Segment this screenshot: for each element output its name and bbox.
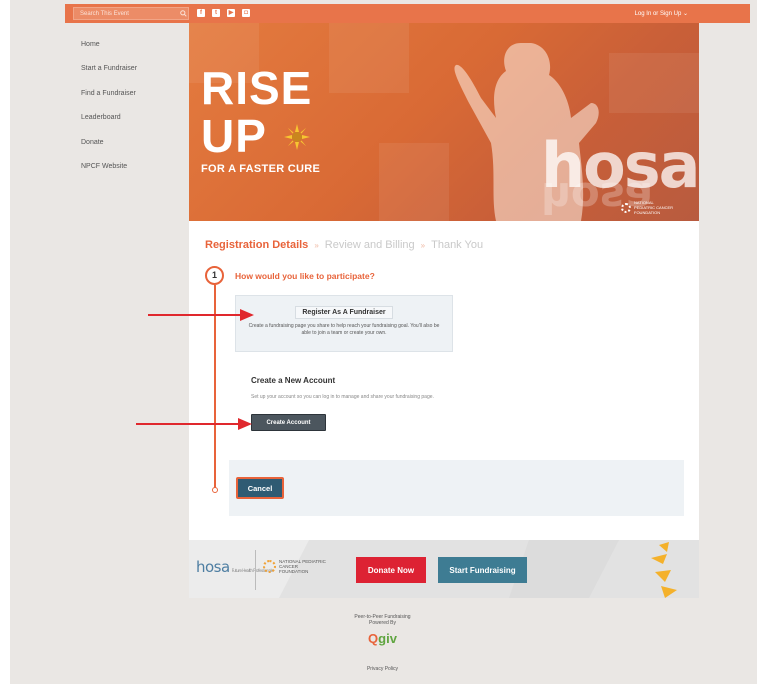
login-link[interactable]: Log In or Sign Up ⌄	[635, 10, 688, 17]
sidebar-item-start-fundraiser[interactable]: Start a Fundraiser	[81, 65, 137, 89]
social-links: f t ▶ ◘	[197, 9, 250, 17]
search-input[interactable]: Search This Event	[80, 11, 178, 17]
hosa-logo: hosa Future Health Professionals	[196, 558, 273, 576]
step-separator: »	[314, 240, 319, 250]
privacy-policy-link[interactable]: Privacy Policy	[0, 666, 765, 672]
sidebar-item-home[interactable]: Home	[81, 41, 137, 65]
npcf-ring-icon	[263, 560, 276, 573]
hero-photo-tile	[609, 53, 699, 113]
hero-tagline: FOR A FASTER CURE	[201, 163, 321, 175]
step-thank-you: Thank You	[431, 239, 484, 251]
step-timeline-end	[212, 487, 218, 493]
step-separator: »	[420, 240, 426, 250]
create-account-description: Set up your account so you can log in to…	[251, 394, 434, 400]
sidebar-item-npcf-website[interactable]: NPCF Website	[81, 163, 137, 187]
sidebar-item-donate[interactable]: Donate	[81, 139, 137, 163]
step-number-badge: 1	[205, 266, 224, 285]
hero-title-rise: RISE	[201, 62, 313, 114]
npcf-logo: NATIONAL PEDIATRIC CANCER FOUNDATION	[263, 559, 327, 574]
npcf-hero-logo: NATIONAL PEDIATRIC CANCER FOUNDATION	[621, 200, 674, 215]
instagram-icon[interactable]: ◘	[242, 9, 250, 17]
hero-photo-tile	[379, 143, 449, 221]
main-content: RISE UP FOR A FASTER CURE hosa hosa NATI…	[189, 23, 699, 540]
top-bar: Search This Event f t ▶ ◘ Log In or Sign…	[65, 4, 750, 23]
sidebar-nav: Home Start a Fundraiser Find a Fundraise…	[81, 41, 137, 187]
annotation-arrow-head	[238, 418, 252, 430]
sunflower-icon	[284, 124, 310, 150]
logo-divider	[255, 550, 256, 590]
progress-steps: Registration Details » Review and Billin…	[205, 239, 483, 251]
register-fundraiser-button[interactable]: Register As A Fundraiser	[295, 306, 393, 319]
sidebar-item-find-fundraiser[interactable]: Find a Fundraiser	[81, 90, 137, 114]
start-fundraising-button[interactable]: Start Fundraising	[438, 557, 527, 583]
annotation-arrow-line	[136, 423, 240, 425]
hero-banner: RISE UP FOR A FASTER CURE hosa hosa NATI…	[189, 23, 699, 221]
donate-now-button[interactable]: Donate Now	[356, 557, 426, 583]
create-account-title: Create a New Account	[251, 376, 336, 385]
twitter-icon[interactable]: t	[212, 9, 220, 17]
cancel-button[interactable]: Cancel	[236, 477, 284, 499]
search-box[interactable]: Search This Event	[73, 7, 189, 20]
qgiv-logo[interactable]: Qgiv	[0, 631, 765, 646]
step-registration-details: Registration Details	[205, 239, 309, 251]
powered-by-text: Peer-to-Peer Fundraising Powered By	[354, 614, 411, 626]
sidebar-item-leaderboard[interactable]: Leaderboard	[81, 114, 137, 138]
step-review-billing: Review and Billing	[324, 239, 415, 251]
partner-band: hosa Future Health Professionals NATIONAL…	[189, 540, 699, 598]
annotation-arrow-head	[240, 309, 254, 321]
facebook-icon[interactable]: f	[197, 9, 205, 17]
youtube-icon[interactable]: ▶	[227, 9, 235, 17]
form-actions: Cancel	[229, 460, 684, 516]
participation-question: How would you like to participate?	[235, 271, 375, 281]
hero-photo-tile	[329, 23, 409, 93]
npcf-ring-icon	[621, 202, 631, 213]
register-description: Create a fundraising page you share to h…	[248, 323, 440, 336]
create-account-button[interactable]: Create Account	[251, 414, 326, 431]
register-fundraiser-option[interactable]: Register As A Fundraiser Create a fundra…	[235, 295, 453, 352]
hero-title-up: UP	[201, 110, 267, 162]
search-icon[interactable]	[178, 8, 188, 19]
annotation-arrow-line	[148, 314, 242, 316]
step-timeline-line	[214, 285, 216, 489]
